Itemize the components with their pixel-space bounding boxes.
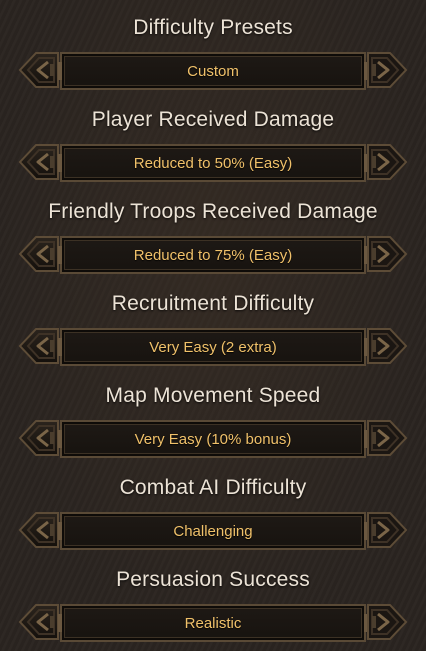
option-value-field[interactable]: Custom bbox=[58, 52, 368, 90]
chevron-left-icon bbox=[18, 236, 59, 272]
setting-title: Recruitment Difficulty bbox=[111, 292, 315, 315]
setting-value: Reduced to 75% (Easy) bbox=[133, 246, 293, 264]
setting-selector: Realistic bbox=[18, 602, 408, 642]
frame-notch bbox=[58, 338, 62, 356]
next-option-button[interactable] bbox=[366, 234, 408, 274]
frame-notch bbox=[58, 154, 62, 172]
chevron-left-icon bbox=[18, 604, 59, 640]
setting-row-2: Friendly Troops Received Damage Reduced … bbox=[0, 184, 426, 276]
previous-option-button[interactable] bbox=[18, 50, 60, 90]
frame-notch bbox=[58, 614, 62, 632]
setting-title: Friendly Troops Received Damage bbox=[48, 200, 378, 223]
setting-value: Very Easy (10% bonus) bbox=[134, 430, 292, 448]
previous-option-button[interactable] bbox=[18, 510, 60, 550]
setting-title: Combat AI Difficulty bbox=[119, 476, 307, 499]
setting-selector: Reduced to 50% (Easy) bbox=[18, 142, 408, 182]
setting-row-3: Recruitment Difficulty Very Easy (2 extr… bbox=[0, 276, 426, 368]
chevron-right-icon bbox=[367, 144, 408, 180]
chevron-left-icon bbox=[18, 328, 59, 364]
option-value-field[interactable]: Reduced to 50% (Easy) bbox=[58, 144, 368, 182]
setting-selector: Reduced to 75% (Easy) bbox=[18, 234, 408, 274]
frame-notch bbox=[58, 62, 62, 80]
setting-value: Reduced to 50% (Easy) bbox=[133, 154, 293, 172]
next-option-button[interactable] bbox=[366, 326, 408, 366]
setting-row-4: Map Movement Speed Very Easy (10% bonus) bbox=[0, 368, 426, 460]
setting-title: Player Received Damage bbox=[91, 108, 335, 131]
next-option-button[interactable] bbox=[366, 602, 408, 642]
setting-value: Challenging bbox=[173, 522, 253, 540]
option-value-field[interactable]: Very Easy (2 extra) bbox=[58, 328, 368, 366]
previous-option-button[interactable] bbox=[18, 142, 60, 182]
setting-row-6: Persuasion Success Realistic bbox=[0, 552, 426, 644]
setting-value: Custom bbox=[187, 62, 239, 80]
setting-value: Realistic bbox=[184, 614, 242, 632]
frame-notch bbox=[58, 246, 62, 264]
chevron-left-icon bbox=[18, 144, 59, 180]
chevron-right-icon bbox=[367, 236, 408, 272]
chevron-right-icon bbox=[367, 328, 408, 364]
option-value-field[interactable]: Challenging bbox=[58, 512, 368, 550]
chevron-right-icon bbox=[367, 512, 408, 548]
setting-row-1: Player Received Damage Reduced to 50% (E… bbox=[0, 92, 426, 184]
frame-notch bbox=[58, 522, 62, 540]
chevron-right-icon bbox=[367, 52, 408, 88]
previous-option-button[interactable] bbox=[18, 234, 60, 274]
frame-notch bbox=[58, 430, 62, 448]
setting-title: Map Movement Speed bbox=[105, 384, 321, 407]
setting-value: Very Easy (2 extra) bbox=[149, 338, 277, 356]
chevron-left-icon bbox=[18, 52, 59, 88]
option-value-field[interactable]: Very Easy (10% bonus) bbox=[58, 420, 368, 458]
setting-title: Persuasion Success bbox=[116, 568, 310, 591]
next-option-button[interactable] bbox=[366, 510, 408, 550]
setting-selector: Very Easy (2 extra) bbox=[18, 326, 408, 366]
setting-row-0: Difficulty Presets Custom bbox=[0, 0, 426, 92]
setting-selector: Very Easy (10% bonus) bbox=[18, 418, 408, 458]
setting-selector: Custom bbox=[18, 50, 408, 90]
previous-option-button[interactable] bbox=[18, 326, 60, 366]
next-option-button[interactable] bbox=[366, 418, 408, 458]
setting-row-5: Combat AI Difficulty Challenging bbox=[0, 460, 426, 552]
previous-option-button[interactable] bbox=[18, 602, 60, 642]
chevron-right-icon bbox=[367, 604, 408, 640]
difficulty-settings-panel: { "settings": [ {"title": "Difficulty Pr… bbox=[0, 0, 426, 651]
next-option-button[interactable] bbox=[366, 50, 408, 90]
option-value-field[interactable]: Reduced to 75% (Easy) bbox=[58, 236, 368, 274]
setting-selector: Challenging bbox=[18, 510, 408, 550]
option-value-field[interactable]: Realistic bbox=[58, 604, 368, 642]
chevron-left-icon bbox=[18, 420, 59, 456]
next-option-button[interactable] bbox=[366, 142, 408, 182]
setting-title: Difficulty Presets bbox=[133, 16, 293, 39]
previous-option-button[interactable] bbox=[18, 418, 60, 458]
chevron-right-icon bbox=[367, 420, 408, 456]
chevron-left-icon bbox=[18, 512, 59, 548]
